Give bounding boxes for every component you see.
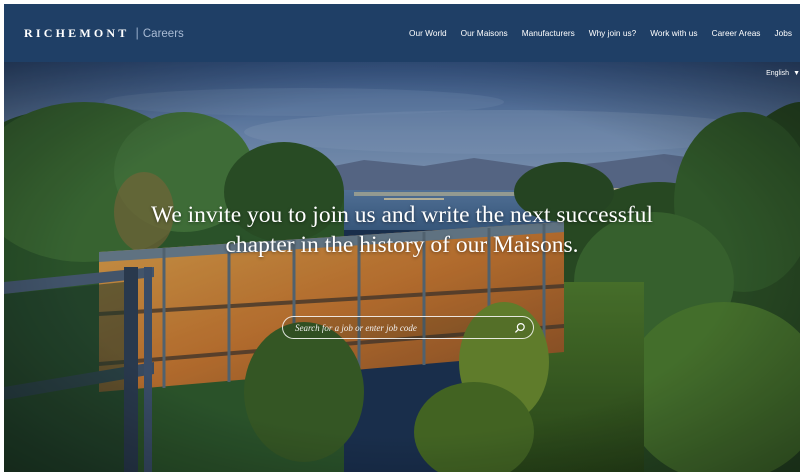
brand-logo[interactable]: Richemont | Careers	[24, 25, 184, 41]
nav-manufacturers[interactable]: Manufacturers	[522, 28, 575, 38]
brand-separator: |	[135, 25, 139, 40]
page-frame: Richemont | Careers Our World Our Maison…	[4, 4, 800, 472]
brand-subtitle: Careers	[142, 28, 184, 40]
job-search-bar	[282, 316, 534, 339]
nav-why-join-us[interactable]: Why join us?	[589, 28, 637, 38]
nav-career-areas[interactable]: Career Areas	[712, 28, 761, 38]
chevron-down-icon: ▼	[793, 70, 800, 77]
nav-work-with-us[interactable]: Work with us	[650, 28, 697, 38]
nav-jobs[interactable]: Jobs	[774, 28, 792, 38]
hero-banner	[4, 62, 800, 472]
main-navigation: Our World Our Maisons Manufacturers Why …	[395, 28, 792, 38]
job-search-input[interactable]	[283, 316, 507, 339]
search-icon[interactable]	[507, 317, 533, 338]
nav-our-world[interactable]: Our World	[409, 28, 447, 38]
site-header: Richemont | Careers Our World Our Maison…	[4, 4, 800, 62]
nav-our-maisons[interactable]: Our Maisons	[461, 28, 508, 38]
hero-headline: We invite you to join us and write the n…	[151, 202, 653, 258]
language-label: English	[766, 70, 790, 77]
hero-background-image	[4, 62, 800, 472]
brand-name: Richemont	[24, 26, 130, 40]
language-selector[interactable]: English ▼	[766, 70, 800, 77]
